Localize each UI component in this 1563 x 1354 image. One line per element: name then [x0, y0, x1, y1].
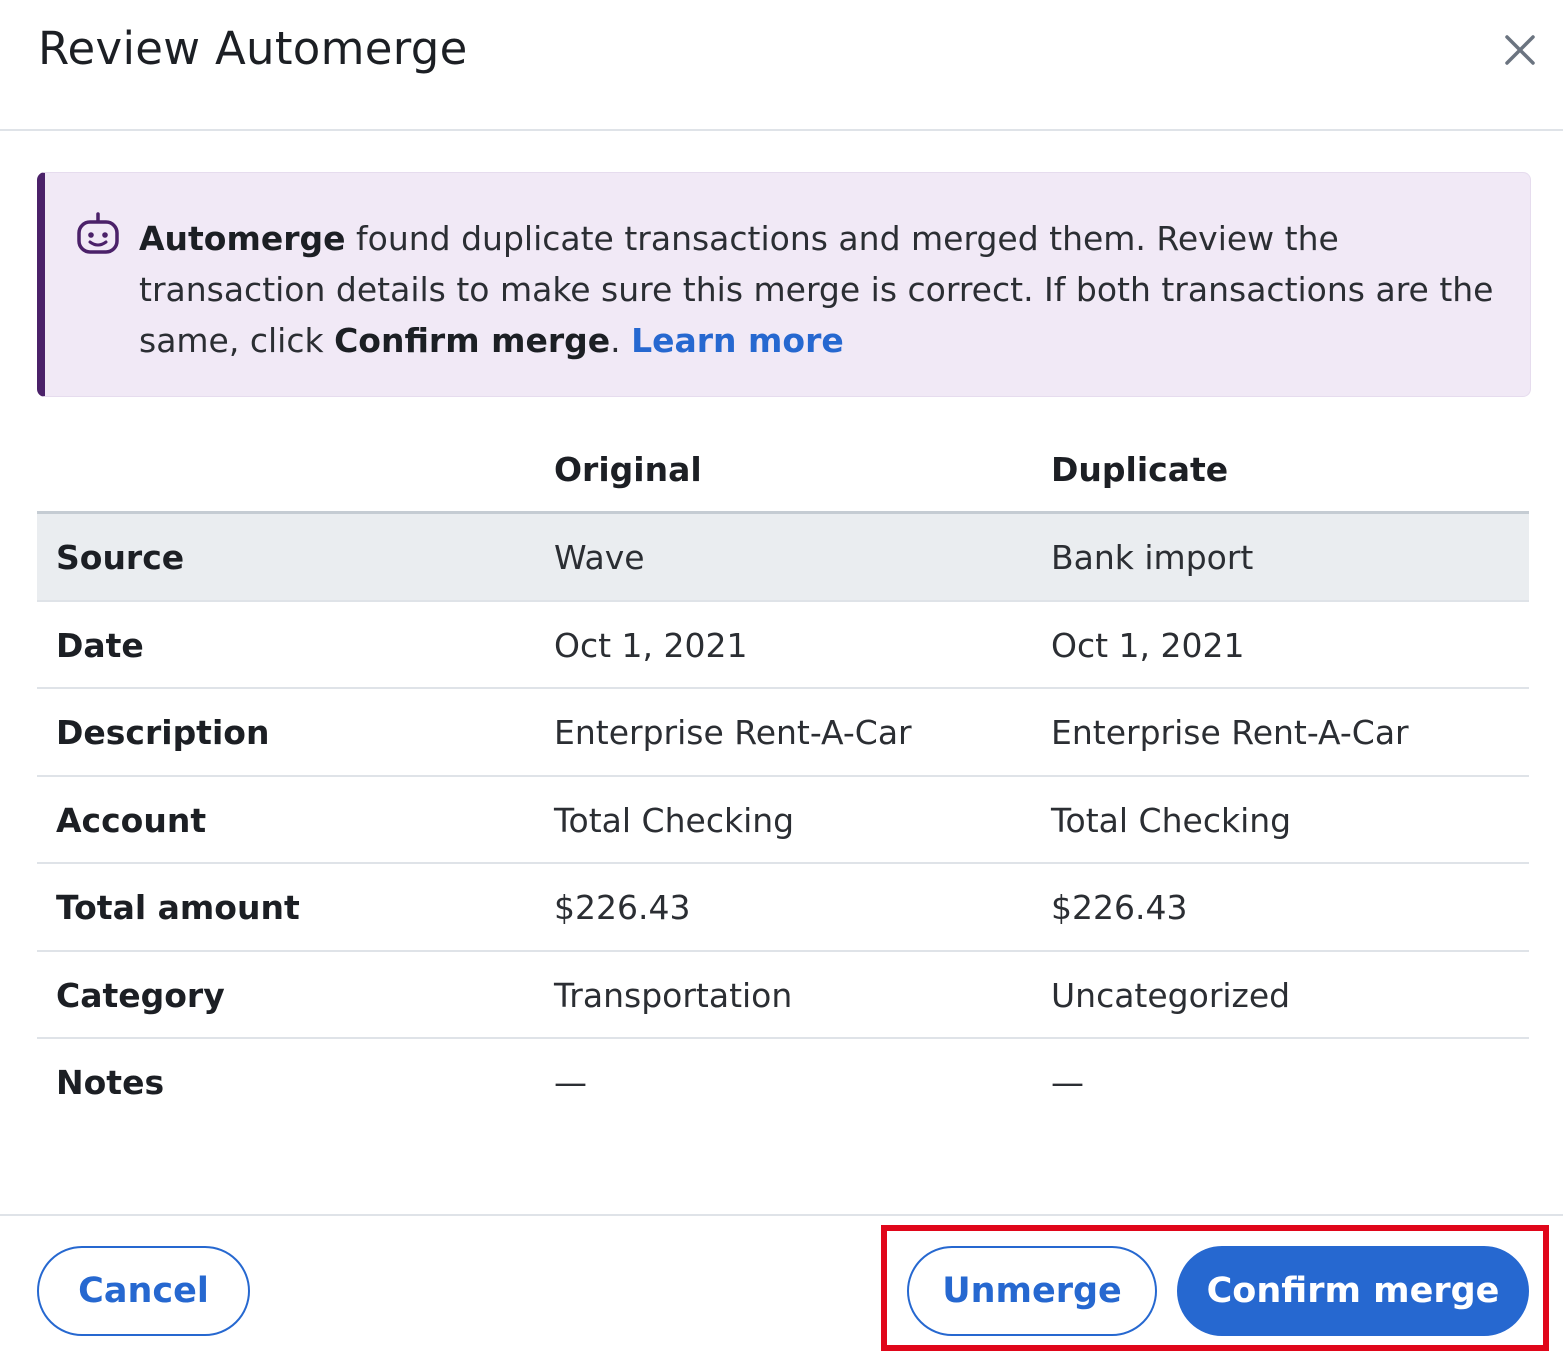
dialog-footer: Cancel Unmerge Confirm merge — [0, 1214, 1563, 1354]
table-row-description: Description Enterprise Rent-A-Car Enterp… — [37, 689, 1529, 777]
duplicate-value: Oct 1, 2021 — [1051, 625, 1245, 665]
duplicate-value: — — [1051, 1063, 1084, 1102]
confirm-merge-button[interactable]: Confirm merge — [1177, 1246, 1529, 1336]
original-value: — — [554, 1063, 587, 1102]
row-label: Date — [56, 625, 144, 665]
comparison-table: Original Duplicate Source Wave Bank impo… — [37, 430, 1529, 1127]
table-row-account: Account Total Checking Total Checking — [37, 777, 1529, 864]
row-label: Description — [56, 713, 270, 752]
table-row-total-amount: Total amount $226.43 $226.43 — [37, 864, 1529, 952]
row-label: Category — [56, 975, 225, 1015]
original-value: Wave — [554, 538, 645, 577]
row-label: Source — [56, 538, 185, 577]
row-label: Total amount — [56, 888, 300, 927]
notice-text-part-2: . — [610, 321, 632, 360]
notice-bold-action: Confirm merge — [334, 321, 611, 360]
close-icon — [1505, 35, 1535, 65]
original-value: Oct 1, 2021 — [554, 625, 748, 665]
header-duplicate: Duplicate — [1051, 450, 1229, 489]
original-value: Transportation — [554, 975, 793, 1015]
original-value: $226.43 — [554, 888, 691, 927]
table-row-source: Source Wave Bank import — [37, 514, 1529, 602]
dialog-title: Review Automerge — [38, 22, 468, 75]
dialog-header: Review Automerge — [0, 0, 1563, 131]
header-original: Original — [554, 450, 702, 489]
row-label: Account — [56, 800, 207, 840]
original-value: Enterprise Rent-A-Car — [554, 713, 912, 752]
duplicate-value: Uncategorized — [1051, 975, 1291, 1015]
table-row-date: Date Oct 1, 2021 Oct 1, 2021 — [37, 602, 1529, 689]
duplicate-value: Bank import — [1051, 538, 1254, 577]
table-header: Original Duplicate — [37, 430, 1529, 514]
duplicate-value: Total Checking — [1051, 800, 1292, 840]
notice-bold-lead: Automerge — [139, 219, 346, 258]
table-row-notes: Notes — — — [37, 1039, 1529, 1127]
duplicate-value: Enterprise Rent-A-Car — [1051, 713, 1409, 752]
unmerge-button[interactable]: Unmerge — [907, 1246, 1157, 1336]
robot-icon — [75, 211, 121, 257]
learn-more-link[interactable]: Learn more — [631, 321, 844, 360]
table-row-category: Category Transportation Uncategorized — [37, 952, 1529, 1039]
duplicate-value: $226.43 — [1051, 888, 1188, 927]
original-value: Total Checking — [554, 800, 795, 840]
review-automerge-dialog: Review Automerge Automerge found duplica… — [0, 0, 1563, 1354]
close-button[interactable] — [1500, 30, 1540, 70]
row-label: Notes — [56, 1063, 165, 1102]
cancel-button[interactable]: Cancel — [37, 1246, 250, 1336]
notice-message: Automerge found duplicate transactions a… — [139, 213, 1519, 366]
automerge-notice: Automerge found duplicate transactions a… — [37, 172, 1531, 397]
